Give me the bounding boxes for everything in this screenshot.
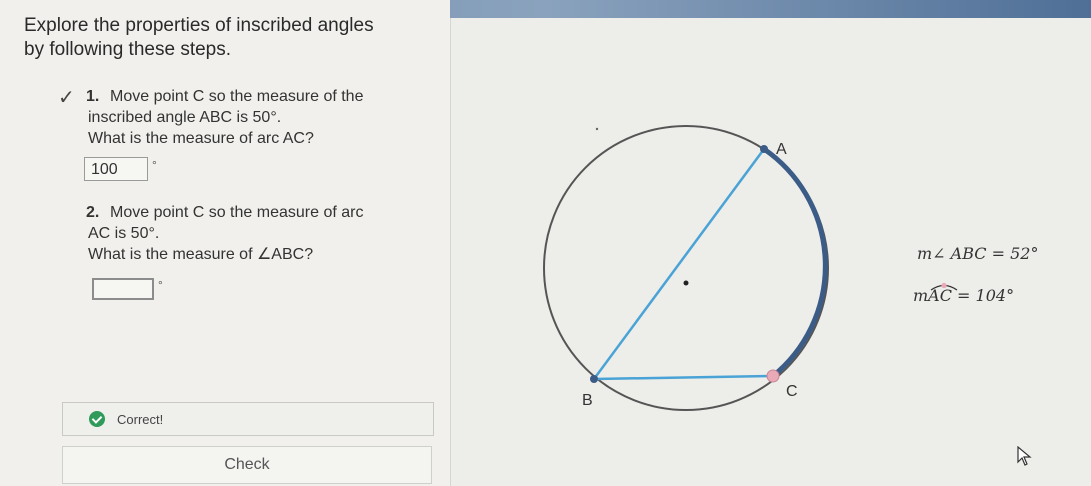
arc-measure-name: AC — [928, 282, 958, 305]
arc-ac — [762, 146, 828, 378]
mouse-pointer-icon — [1017, 446, 1032, 466]
arc-measure-readout: m AC = 104° — [913, 282, 1015, 305]
arc-symbol-icon — [930, 282, 958, 291]
inscribed-angle-diagram: A B C — [543, 125, 829, 411]
arc-measure-suffix: = 104° — [951, 286, 1015, 305]
arc-measure-prefix: m — [913, 286, 929, 305]
chord-bc — [593, 374, 774, 381]
label-c: C — [786, 383, 798, 400]
angle-measure-readout: m∠ ABC = 52° — [917, 244, 1039, 263]
point-b[interactable] — [590, 375, 598, 383]
label-a: A — [776, 141, 787, 158]
point-a[interactable] — [760, 145, 768, 153]
label-b: B — [582, 392, 593, 409]
circle-center-point — [683, 280, 689, 286]
point-c-handle[interactable] — [766, 369, 780, 383]
stray-mark — [595, 127, 599, 131]
chord-ba — [592, 148, 766, 380]
